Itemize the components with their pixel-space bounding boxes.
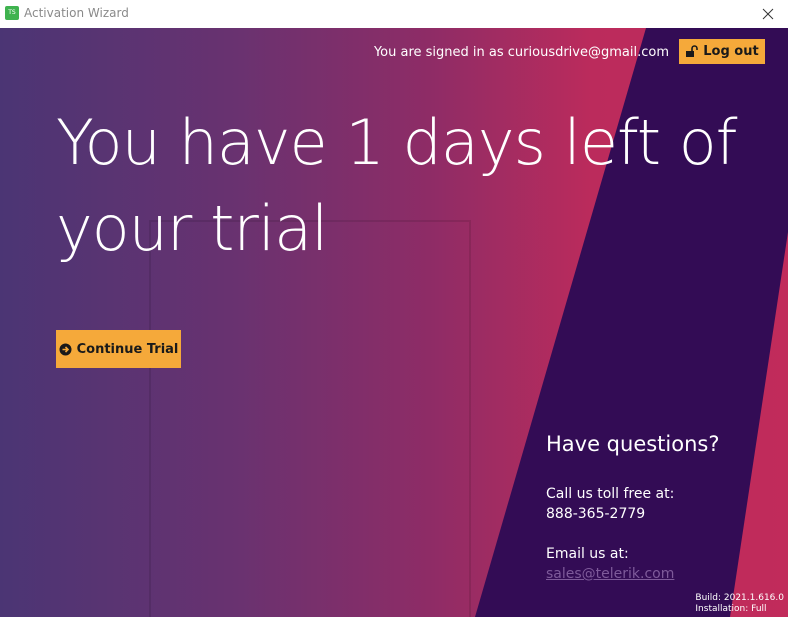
logout-button[interactable]: Log out bbox=[679, 39, 765, 64]
window-title: Activation Wizard bbox=[24, 6, 129, 20]
main-content: You are signed in as curiousdrive@gmail.… bbox=[0, 28, 788, 617]
email-link[interactable]: sales@telerik.com bbox=[546, 564, 776, 584]
signed-in-text: You are signed in as curiousdrive@gmail.… bbox=[373, 45, 669, 60]
logout-label: Log out bbox=[703, 44, 759, 59]
continue-trial-label: Continue Trial bbox=[76, 341, 179, 357]
trial-headline: You have 1 days left of your trial bbox=[56, 106, 738, 265]
call-label: Call us toll free at: bbox=[546, 486, 675, 502]
continue-trial-button[interactable]: Continue Trial bbox=[56, 330, 181, 368]
phone-number: 888-365-2779 bbox=[546, 506, 646, 522]
close-button[interactable] bbox=[756, 2, 780, 26]
build-version: Build: 2021.1.616.0 bbox=[695, 593, 784, 603]
activation-wizard-window: TS Activation Wizard You are signed in a… bbox=[0, 0, 788, 617]
title-bar: TS Activation Wizard bbox=[0, 0, 788, 28]
unlock-icon bbox=[686, 45, 699, 57]
app-icon: TS bbox=[5, 6, 19, 20]
questions-section: Have questions? Call us toll free at: 88… bbox=[546, 432, 776, 584]
background-frame-outline bbox=[149, 220, 471, 617]
arrow-circle-right-icon bbox=[59, 343, 72, 355]
questions-title: Have questions? bbox=[546, 432, 720, 456]
build-info: Build: 2021.1.616.0 Installation: Full bbox=[695, 593, 784, 615]
installation-type: Installation: Full bbox=[695, 604, 767, 614]
close-icon bbox=[762, 8, 774, 20]
email-label: Email us at: bbox=[546, 546, 629, 562]
